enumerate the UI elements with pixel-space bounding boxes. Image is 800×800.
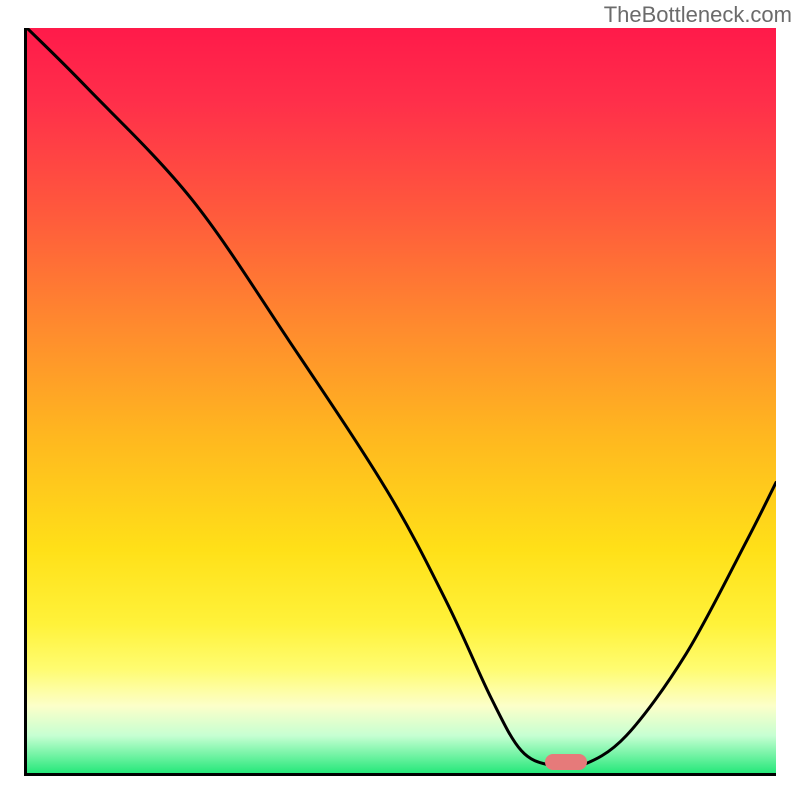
curve-svg xyxy=(27,28,776,773)
bottleneck-curve-line xyxy=(27,28,776,768)
chart-container: TheBottleneck.com xyxy=(0,0,800,800)
watermark-text: TheBottleneck.com xyxy=(604,2,792,28)
plot-area xyxy=(24,28,776,776)
optimal-marker xyxy=(545,754,587,770)
